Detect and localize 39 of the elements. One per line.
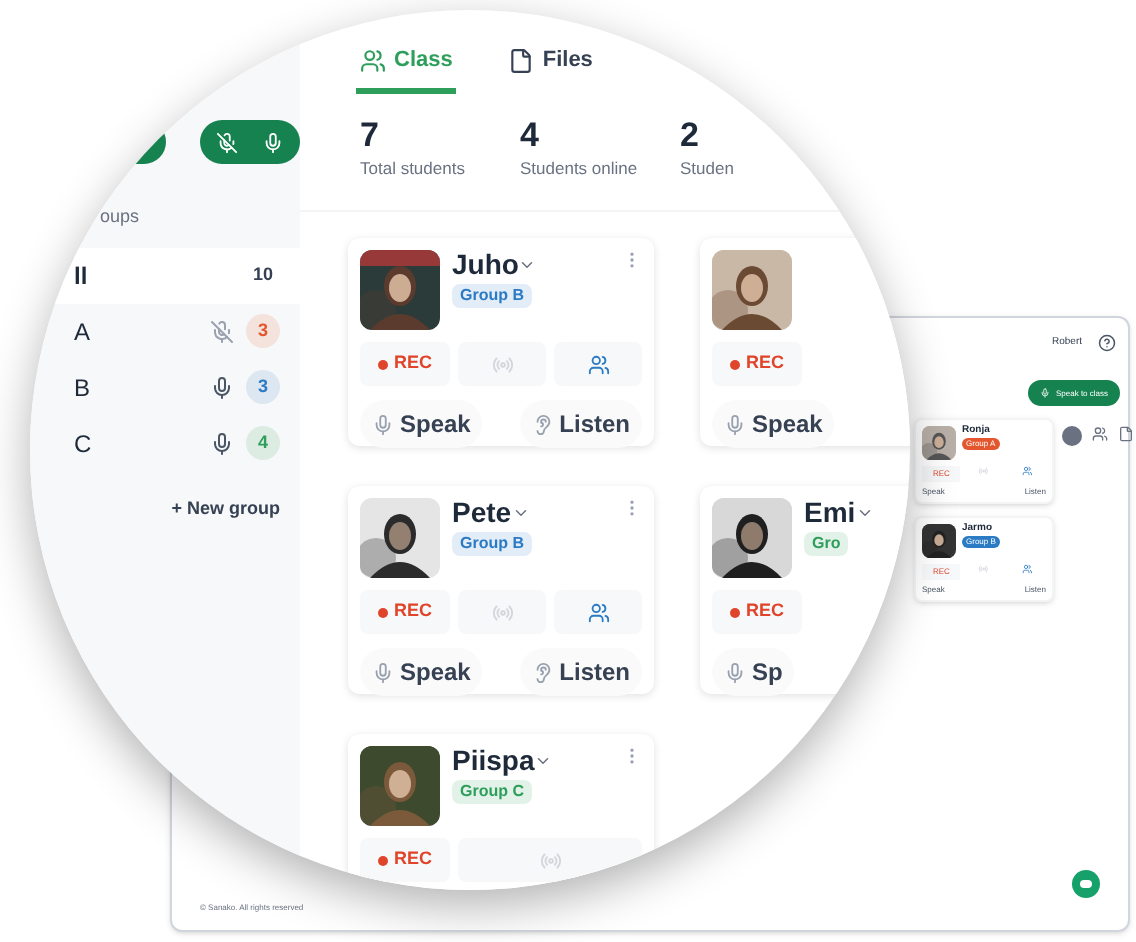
speak-button[interactable]: Sp [712,648,795,696]
count-badge: 4 [246,426,280,460]
speak-button[interactable]: Speak [712,400,835,448]
stat-value: 7 [360,114,381,157]
tab[interactable]: Files [504,34,597,94]
listen-button[interactable]: Listen [519,400,642,448]
group-count: 10 [250,261,275,288]
count-badge: 3 [246,314,280,348]
record-button[interactable]: REC [712,342,802,386]
group-name: ll [74,259,90,293]
speak-button[interactable]: Speak [360,648,483,696]
record-button[interactable]: REC [712,590,802,634]
groups-heading: oups [98,204,142,230]
record-button[interactable]: REC [360,342,450,386]
group-name: C [74,427,94,461]
group-row[interactable]: A 3 [30,303,300,359]
group-name: A [74,315,93,349]
group-tag: Group B [452,532,532,556]
stat-label: Studen [680,156,736,182]
group-row[interactable]: B 3 [30,359,300,415]
stat-value: 2 [680,114,701,157]
group-tag: Group B [452,284,532,308]
stat-value: 4 [520,114,541,157]
group-row[interactable]: C 4 [30,415,300,471]
new-group-button[interactable]: + New group [171,495,280,522]
student-name[interactable]: Pete [452,498,512,526]
student-name[interactable]: Emi [804,498,856,526]
stat-label: Total students [360,156,467,182]
listen-button[interactable]: Listen [519,648,642,696]
record-button[interactable]: REC [360,838,450,882]
record-button[interactable]: REC [360,590,450,634]
stat-label: Students online [520,156,632,182]
group-tag: Group C [452,780,532,804]
group-tag: Gro [804,532,849,556]
group-name: B [74,371,93,405]
speak-button[interactable]: Speak [360,400,483,448]
student-name[interactable]: Piispa [452,746,535,774]
count-badge: 3 [246,370,280,404]
student-name[interactable]: Juho [452,250,519,278]
